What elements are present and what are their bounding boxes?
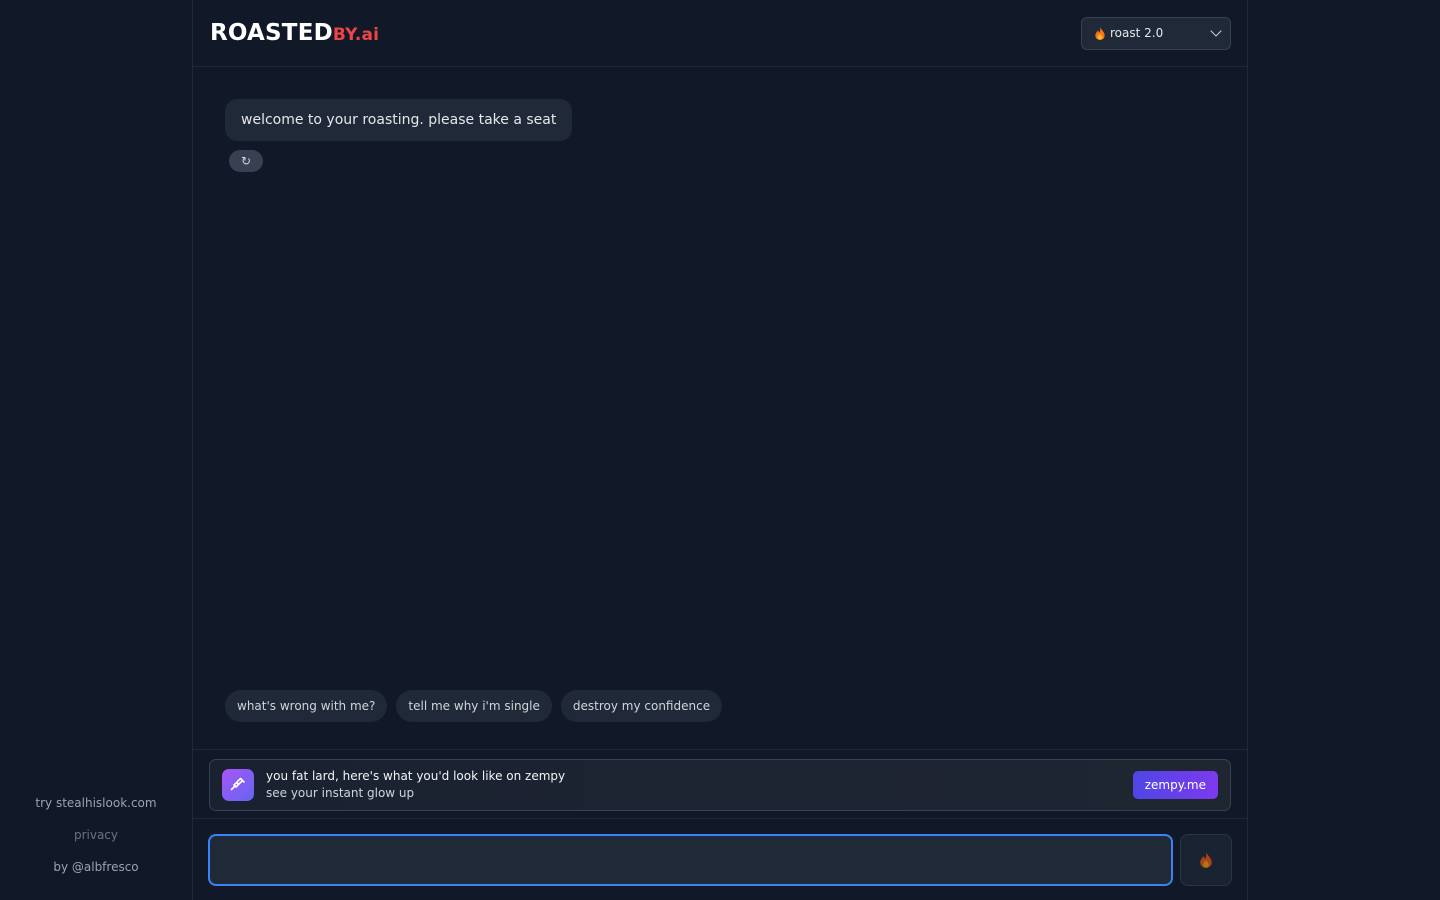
privacy-link[interactable]: privacy <box>74 826 118 844</box>
fire-icon <box>1095 26 1105 40</box>
left-rail: try stealhislook.com privacy by @albfres… <box>0 0 192 900</box>
logo-main: ROASTED <box>210 20 333 46</box>
syringe-icon <box>222 769 254 801</box>
header: ROASTEDBY.ai roast 2.0 <box>193 0 1247 67</box>
promo-subtitle: see your instant glow up <box>266 786 415 800</box>
suggestion-chip[interactable]: tell me why i'm single <box>396 690 552 722</box>
suggestion-chips: what's wrong with me? tell me why i'm si… <box>225 690 723 722</box>
suggestion-chip[interactable]: what's wrong with me? <box>225 690 388 722</box>
chat-panel: ROASTEDBY.ai roast 2.0 welcome to your r… <box>192 0 1248 900</box>
assistant-message: welcome to your roasting. please take a … <box>225 99 573 141</box>
logo: ROASTEDBY.ai <box>210 20 379 46</box>
logo-suffix: BY.ai <box>332 25 380 45</box>
suggestion-chip[interactable]: destroy my confidence <box>560 690 723 722</box>
promo-title: you fat lard, here's what you'd look lik… <box>266 769 566 783</box>
try-stealhislook-link[interactable]: try stealhislook.com <box>35 794 156 812</box>
regenerate-button[interactable]: ↻ <box>229 150 263 172</box>
model-select[interactable]: roast 2.0 <box>1081 16 1231 50</box>
model-select-label: roast 2.0 <box>1110 26 1164 40</box>
chat-area: welcome to your roasting. please take a … <box>193 67 1247 749</box>
promo-banner: you fat lard, here's what you'd look lik… <box>193 749 1247 819</box>
promo-card: you fat lard, here's what you'd look lik… <box>209 759 1231 811</box>
fire-icon <box>1200 852 1212 868</box>
author-link[interactable]: by @albfresco <box>53 858 138 876</box>
message-input[interactable] <box>208 834 1174 886</box>
left-footer-links: try stealhislook.com privacy by @albfres… <box>0 794 192 876</box>
composer <box>208 834 1232 886</box>
chevron-down-icon <box>1210 25 1222 37</box>
refresh-icon: ↻ <box>240 154 252 168</box>
promo-text: you fat lard, here's what you'd look lik… <box>266 768 1133 802</box>
syringe-glyph <box>230 777 245 791</box>
promo-cta-button[interactable]: zempy.me <box>1132 771 1218 799</box>
model-select-value: roast 2.0 <box>1094 26 1163 40</box>
send-button[interactable] <box>1180 834 1232 886</box>
